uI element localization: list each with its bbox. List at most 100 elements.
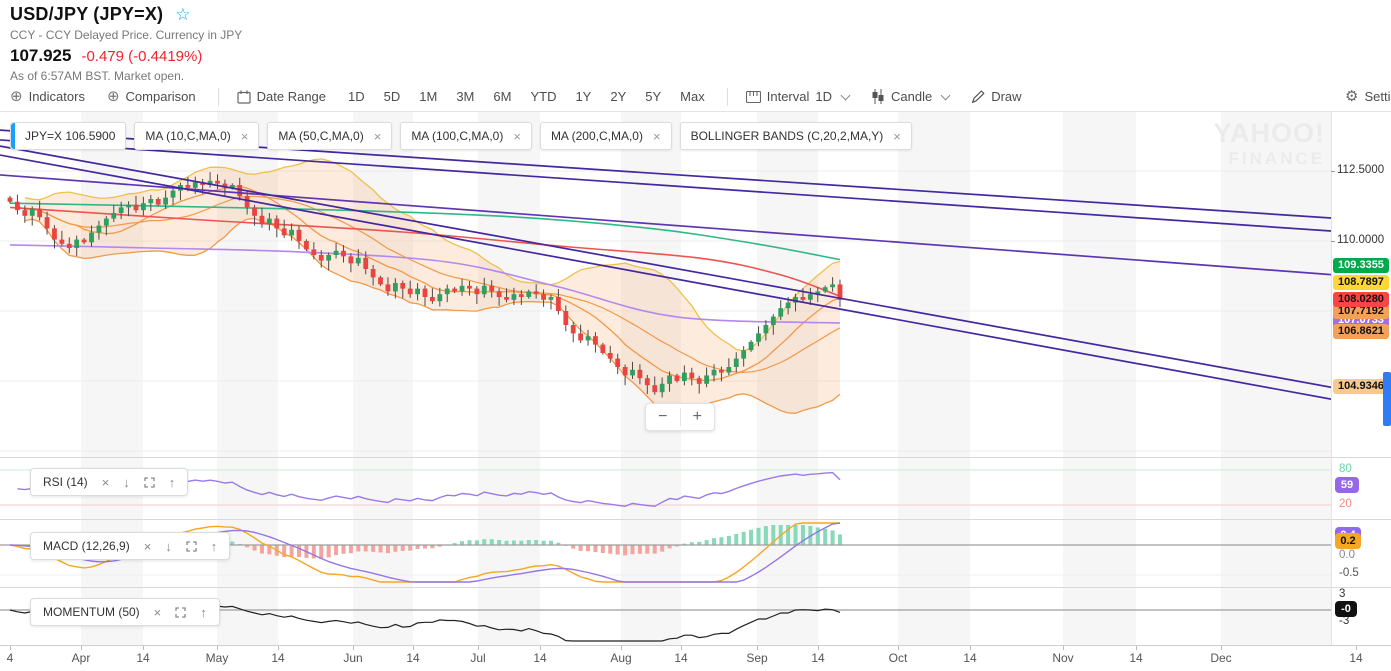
draw-label: Draw: [991, 89, 1022, 104]
zoom-in-button[interactable]: +: [681, 404, 715, 430]
x-axis-label: May: [205, 651, 229, 665]
panel-separator: [0, 457, 1391, 458]
chip-close-icon[interactable]: ×: [374, 129, 382, 144]
x-axis-label: 14: [1349, 651, 1363, 665]
period-ytd[interactable]: YTD: [530, 89, 556, 104]
chip-close-icon[interactable]: ×: [893, 129, 901, 144]
period-1m[interactable]: 1M: [419, 89, 437, 104]
price-axis: 112.5000 110.0000 109.3355 108.7897 108.0280…: [1331, 112, 1391, 645]
legend-chip-2[interactable]: MA (50,C,MA,0) ×: [267, 122, 393, 150]
period-1y[interactable]: 1Y: [575, 89, 591, 104]
chart-app: USD/JPY (JPY=X) ☆ CCY - CCY Delayed Pric…: [0, 0, 1391, 671]
period-1d[interactable]: 1D: [348, 89, 365, 104]
chip-close-icon[interactable]: ×: [241, 129, 249, 144]
x-axis-label: 14: [674, 651, 688, 665]
x-axis-label: 4: [6, 651, 14, 665]
comparison-button[interactable]: ⊕ Comparison: [107, 89, 196, 104]
price-badge: 108.0280: [1333, 292, 1389, 307]
legend-chip-5[interactable]: BOLLINGER BANDS (C,20,2,MA,Y) ×: [679, 122, 912, 150]
move-down-icon[interactable]: ↓: [165, 540, 172, 553]
price-badge: 104.9346: [1333, 379, 1389, 394]
chip-label: MA (200,C,MA,0): [550, 129, 643, 143]
scrollbar-thumb[interactable]: [1383, 372, 1391, 426]
price-badge: 108.7897: [1333, 275, 1389, 290]
legend-chip-row: JPY=X 106.5900 MA (10,C,MA,0) × MA (50,C,MA…: [10, 122, 912, 150]
chip-label: JPY=X 106.5900: [25, 129, 116, 143]
period-3m[interactable]: 3M: [456, 89, 474, 104]
x-axis-tick: [970, 646, 971, 650]
price-tick-label: 110.0000: [1337, 234, 1385, 246]
interval-ruler-icon: [745, 90, 761, 103]
x-axis-tick: [1136, 646, 1137, 650]
momentum-indicator-chip[interactable]: MOMENTUM (50) × ↑: [30, 598, 220, 626]
settings-button[interactable]: ⚙ Settings: [1345, 82, 1391, 111]
rsi-panel-canvas[interactable]: [0, 460, 1331, 517]
x-axis-tick: [681, 646, 682, 650]
x-axis-label: 14: [1129, 651, 1143, 665]
x-axis-tick: [353, 646, 354, 650]
indicator-axis-label: 80: [1339, 463, 1352, 475]
legend-chip-3[interactable]: MA (100,C,MA,0) ×: [400, 122, 532, 150]
date-range-button[interactable]: Date Range: [237, 89, 326, 104]
chip-close-icon[interactable]: ×: [513, 129, 521, 144]
x-axis-label: 14: [136, 651, 150, 665]
plus-circle-icon: ⊕: [10, 88, 23, 105]
x-axis-label: 14: [406, 651, 420, 665]
indicators-button[interactable]: ⊕ Indicators: [10, 89, 85, 104]
legend-chip-1[interactable]: MA (10,C,MA,0) ×: [134, 122, 260, 150]
indicator-badge: 59: [1335, 477, 1359, 493]
expand-icon[interactable]: [144, 476, 155, 488]
move-up-icon[interactable]: ↑: [200, 606, 207, 619]
zoom-control: − +: [645, 403, 715, 431]
indicator-badge: -0: [1335, 601, 1357, 617]
chart-type-label: Candle: [891, 89, 933, 104]
x-axis-tick: [898, 646, 899, 650]
move-down-icon[interactable]: ↓: [123, 476, 130, 489]
interval-dropdown[interactable]: Interval 1D: [745, 89, 851, 104]
move-up-icon[interactable]: ↑: [211, 540, 218, 553]
x-axis-label: Sep: [746, 651, 768, 665]
x-axis-label: 14: [963, 651, 977, 665]
rsi-indicator-chip[interactable]: RSI (14) × ↓ ↑: [30, 468, 189, 496]
draw-button[interactable]: Draw: [971, 89, 1022, 104]
chip-accent-bar: [11, 123, 15, 149]
period-6m[interactable]: 6M: [493, 89, 511, 104]
x-axis-label: 14: [533, 651, 547, 665]
period-2y[interactable]: 2Y: [610, 89, 626, 104]
x-axis-tick: [81, 646, 82, 650]
legend-chip-0[interactable]: JPY=X 106.5900: [10, 122, 127, 150]
x-axis-tick: [1221, 646, 1222, 650]
chart-type-dropdown[interactable]: Candle: [871, 89, 951, 104]
legend-chip-4[interactable]: MA (200,C,MA,0) ×: [539, 122, 672, 150]
period-5y[interactable]: 5Y: [645, 89, 661, 104]
chevron-down-icon: [940, 90, 951, 100]
x-axis-tick: [478, 646, 479, 650]
macd-chip-label: MACD (12,26,9): [43, 539, 130, 553]
chip-close-icon[interactable]: ×: [653, 129, 661, 144]
expand-icon[interactable]: [186, 540, 197, 552]
x-axis-tick: [278, 646, 279, 650]
indicator-axis-label: -0.5: [1339, 567, 1359, 579]
close-icon[interactable]: ×: [154, 606, 162, 619]
period-max[interactable]: Max: [680, 89, 705, 104]
calendar-icon: [237, 90, 251, 104]
chevron-down-icon: [840, 90, 851, 100]
quote-header: USD/JPY (JPY=X) ☆ CCY - CCY Delayed Pric…: [10, 4, 242, 83]
move-up-icon[interactable]: ↑: [169, 476, 176, 489]
favorite-star-icon[interactable]: ☆: [175, 6, 190, 23]
close-icon[interactable]: ×: [144, 540, 152, 553]
toolbar-divider: [726, 87, 728, 106]
chart-toolbar: ⊕ Indicators ⊕ Comparison Date Range 1D 5…: [0, 82, 1391, 112]
toolbar-divider: [217, 87, 219, 106]
zoom-out-button[interactable]: −: [646, 404, 680, 430]
price-badge: 106.8621: [1333, 324, 1389, 339]
close-icon[interactable]: ×: [102, 476, 110, 489]
macd-indicator-chip[interactable]: MACD (12,26,9) × ↓ ↑: [30, 532, 231, 560]
price-tick-mark: [1331, 241, 1335, 242]
rsi-chip-label: RSI (14): [43, 475, 88, 489]
period-5d[interactable]: 5D: [384, 89, 401, 104]
x-axis-tick: [621, 646, 622, 650]
expand-icon[interactable]: [175, 606, 186, 618]
indicator-axis-label: 20: [1339, 498, 1352, 510]
date-range-label: Date Range: [256, 89, 327, 104]
